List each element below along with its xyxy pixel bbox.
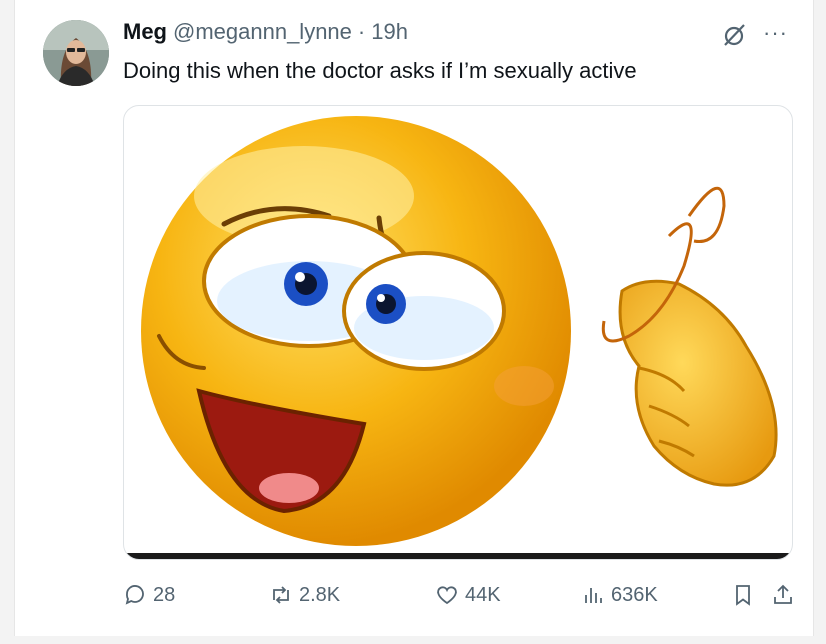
views-count: 636K <box>611 584 658 606</box>
tweet-text: Doing this when the doctor asks if I’m s… <box>123 58 637 83</box>
author-name[interactable]: Meg <box>123 19 167 45</box>
action-bar: 28 2.8K 44K 636K <box>123 583 803 613</box>
like-button[interactable]: 44K <box>435 583 501 607</box>
views-icon <box>585 588 602 603</box>
reply-count: 28 <box>153 584 176 606</box>
grok-icon[interactable] <box>721 22 747 48</box>
views-button[interactable]: 636K <box>581 583 658 607</box>
repost-count: 2.8K <box>299 584 341 606</box>
media-progress-bar <box>124 553 792 559</box>
repost-icon <box>273 586 289 604</box>
bottom-divider <box>14 636 814 644</box>
separator-dot: · <box>357 19 366 44</box>
bookmark-icon <box>736 585 750 606</box>
tweet-header: Meg @megannn_lynne · 19h <box>123 19 408 45</box>
repost-button[interactable]: 2.8K <box>269 583 340 607</box>
avatar[interactable] <box>43 20 109 86</box>
like-count: 44K <box>465 584 501 606</box>
tweet-image[interactable] <box>123 105 793 560</box>
share-button[interactable] <box>771 583 801 607</box>
reply-button[interactable]: 28 <box>123 583 175 607</box>
share-icon <box>774 584 792 604</box>
reply-icon <box>125 585 144 605</box>
author-handle[interactable]: @megannn_lynne <box>173 19 352 45</box>
more-icon[interactable]: ··· <box>763 20 788 46</box>
tweet-card[interactable]: Meg @megannn_lynne · 19h Doing this when… <box>14 0 814 636</box>
like-icon <box>437 586 457 605</box>
bookmark-button[interactable] <box>731 583 761 607</box>
timestamp[interactable]: 19h <box>371 19 408 45</box>
